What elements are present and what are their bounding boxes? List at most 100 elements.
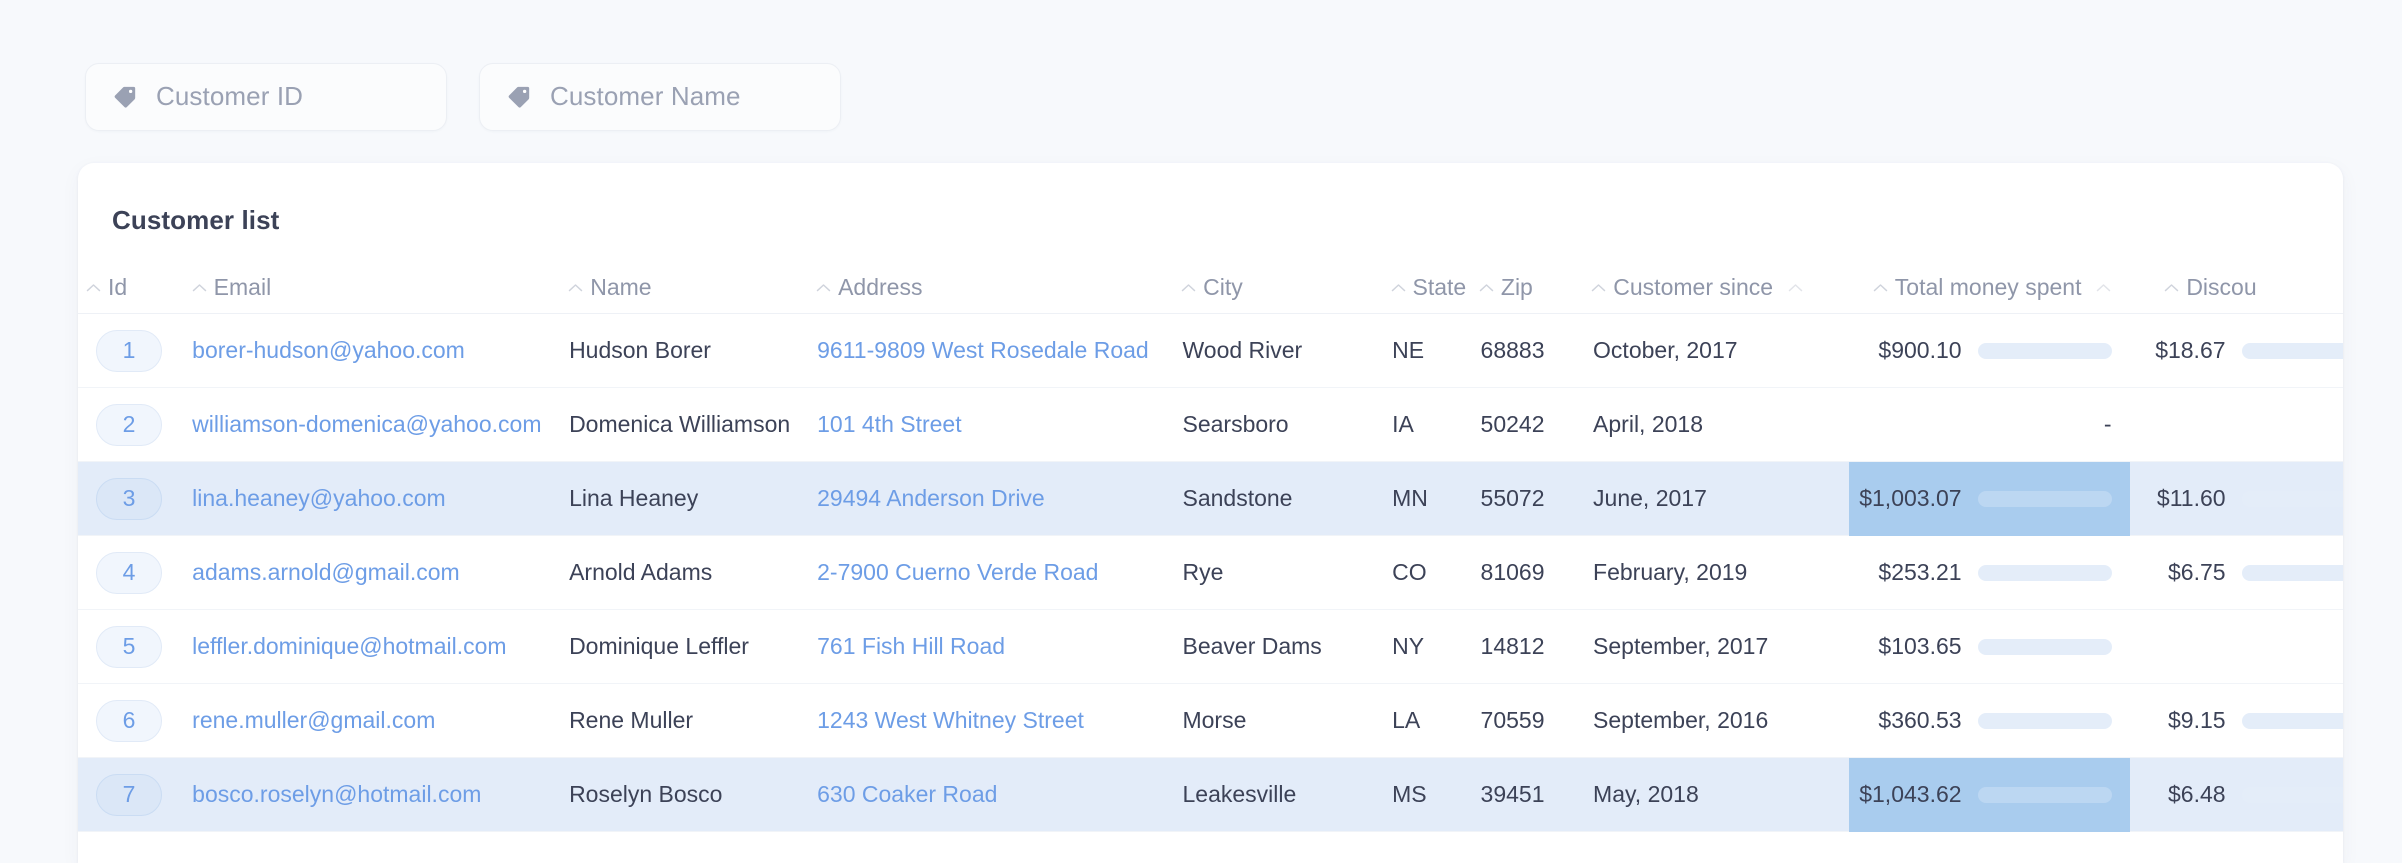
email-link[interactable]: lina.heaney@yahoo.com [192,485,446,512]
cell-state: MN [1392,485,1428,511]
cell-name: Roselyn Bosco [569,781,723,807]
address-link[interactable]: 630 Coaker Road [817,781,997,808]
column-header-label: Email [213,274,272,300]
sort-chevron-up-icon[interactable] [1479,283,1494,292]
table-row[interactable]: 7 bosco.roselyn@hotmail.com Roselyn Bosco 6… [78,757,2343,832]
sort-chevron-up-icon[interactable] [1181,283,1196,292]
cell-email[interactable]: rene.muller@gmail.com [192,707,569,734]
table-row[interactable]: 1 borer-hudson@yahoo.com Hudson Borer 9611-… [78,314,2343,388]
address-link[interactable]: 101 4th Street [817,411,962,438]
cell-name: Rene Muller [569,707,694,733]
cell-email[interactable]: bosco.roselyn@hotmail.com [192,781,569,808]
sort-chevron-up-icon[interactable] [816,283,831,292]
column-header-city[interactable]: City [1181,274,1390,301]
cell-address[interactable]: 2-7900 Cuerno Verde Road [817,559,1182,586]
column-header-label: Address [838,274,923,300]
email-link[interactable]: williamson-domenica@yahoo.com [192,411,541,438]
cell-email[interactable]: adams.arnold@gmail.com [192,559,569,586]
column-header-name[interactable]: Name [568,274,816,301]
money-value: $18.67 [2155,337,2226,363]
address-link[interactable]: 9611-9809 West Rosedale Road [817,337,1149,364]
cell-total-money-spent: $1,043.62 [1848,757,2130,832]
address-link[interactable]: 2-7900 Cuerno Verde Road [817,559,1098,586]
money-value: $1,043.62 [1859,781,1962,807]
cell-state: LA [1392,707,1421,733]
address-link[interactable]: 761 Fish Hill Road [817,633,1005,660]
sort-chevron-up-icon[interactable] [568,283,583,292]
column-header-disc[interactable]: Discou [2128,274,2343,301]
cell-discount: $18.67 [2130,314,2343,388]
email-link[interactable]: bosco.roselyn@hotmail.com [192,781,481,808]
cell-zip: 50242 [1480,411,1545,437]
cell-address[interactable]: 29494 Anderson Drive [817,485,1182,512]
cell-total-money-spent: $1,003.07 [1848,461,2130,536]
email-link[interactable]: leffler.dominique@hotmail.com [192,633,506,660]
sort-chevron-up-icon[interactable] [2096,283,2111,292]
money-value: $103.65 [1878,633,1962,659]
sort-chevron-up-icon[interactable] [1788,283,1803,292]
money-value: $253.21 [1878,559,1962,585]
sort-chevron-up-icon[interactable] [86,283,101,292]
filter-bar: Customer ID Customer Name [0,0,2402,163]
customer-id-placeholder: Customer ID [156,81,304,111]
column-header-state[interactable]: State [1391,274,1479,301]
id-badge: 1 [96,329,162,372]
sort-chevron-up-icon[interactable] [1873,283,1888,292]
email-link[interactable]: adams.arnold@gmail.com [192,559,460,586]
email-link[interactable]: rene.muller@gmail.com [192,707,435,734]
progress-bar [1977,490,2112,507]
cell-id: 4 [78,551,192,594]
customer-name-filter[interactable]: Customer Name [479,62,841,131]
column-header-since[interactable]: Customer since [1591,274,1847,301]
email-link[interactable]: borer-hudson@yahoo.com [192,337,465,364]
address-link[interactable]: 29494 Anderson Drive [817,485,1045,512]
id-badge: 5 [96,625,162,668]
cell-customer-since: September, 2017 [1593,633,1769,659]
cell-address[interactable]: 1243 West Whitney Street [817,707,1182,734]
column-header-label: City [1203,274,1243,300]
cell-address[interactable]: 9611-9809 West Rosedale Road [817,337,1182,364]
cell-name: Lina Heaney [569,485,699,511]
sort-chevron-up-icon[interactable] [2164,283,2179,292]
cell-customer-since: February, 2019 [1593,559,1748,585]
money-value: $900.10 [1878,337,1962,363]
table-row[interactable]: 2 williamson-domenica@yahoo.com Domenica W… [78,388,2343,462]
cell-address[interactable]: 761 Fish Hill Road [817,633,1182,660]
progress-bar [2241,712,2343,729]
table-body: 1 borer-hudson@yahoo.com Hudson Borer 9611-… [78,314,2343,832]
cell-customer-since: April, 2018 [1593,411,1704,437]
column-header-zip[interactable]: Zip [1479,274,1591,301]
cell-address[interactable]: 630 Coaker Road [817,781,1182,808]
table-row[interactable]: 4 adams.arnold@gmail.com Arnold Adams 2-790… [78,536,2343,610]
money-value: $6.48 [2167,781,2226,807]
money-value: $9.15 [2167,707,2226,733]
table-row[interactable]: 3 lina.heaney@yahoo.com Lina Heaney 29494 A… [78,461,2343,536]
cell-zip: 81069 [1480,559,1545,585]
cell-city: Morse [1182,707,1247,733]
cell-email[interactable]: borer-hudson@yahoo.com [192,337,569,364]
cell-email[interactable]: lina.heaney@yahoo.com [192,485,569,512]
sort-chevron-up-icon[interactable] [1391,283,1406,292]
cell-discount [2130,610,2343,684]
address-link[interactable]: 1243 West Whitney Street [817,707,1084,734]
column-header-id[interactable]: Id [78,274,192,301]
cell-email[interactable]: williamson-domenica@yahoo.com [192,411,569,438]
cell-email[interactable]: leffler.dominique@hotmail.com [192,633,569,660]
sort-chevron-up-icon[interactable] [1591,283,1606,292]
column-header-address[interactable]: Address [816,274,1181,301]
cell-name: Hudson Borer [569,337,711,363]
progress-bar [2241,490,2343,507]
cell-name: Dominique Leffler [569,633,749,659]
customer-id-filter[interactable]: Customer ID [85,62,447,131]
column-header-email[interactable]: Email [192,274,569,301]
column-header-total[interactable]: Total money spent [1847,274,2129,301]
cell-zip: 39451 [1480,781,1545,807]
sort-chevron-up-icon[interactable] [192,283,207,292]
cell-total-money-spent: - [1849,388,2130,462]
table-row[interactable]: 6 rene.muller@gmail.com Rene Muller 1243 We… [78,684,2343,758]
table-row[interactable]: 5 leffler.dominique@hotmail.com Dominique … [78,610,2343,684]
cell-total-money-spent: $253.21 [1849,536,2130,610]
empty-value: - [2103,411,2112,437]
cell-address[interactable]: 101 4th Street [817,411,1182,438]
cell-id: 1 [78,329,192,372]
